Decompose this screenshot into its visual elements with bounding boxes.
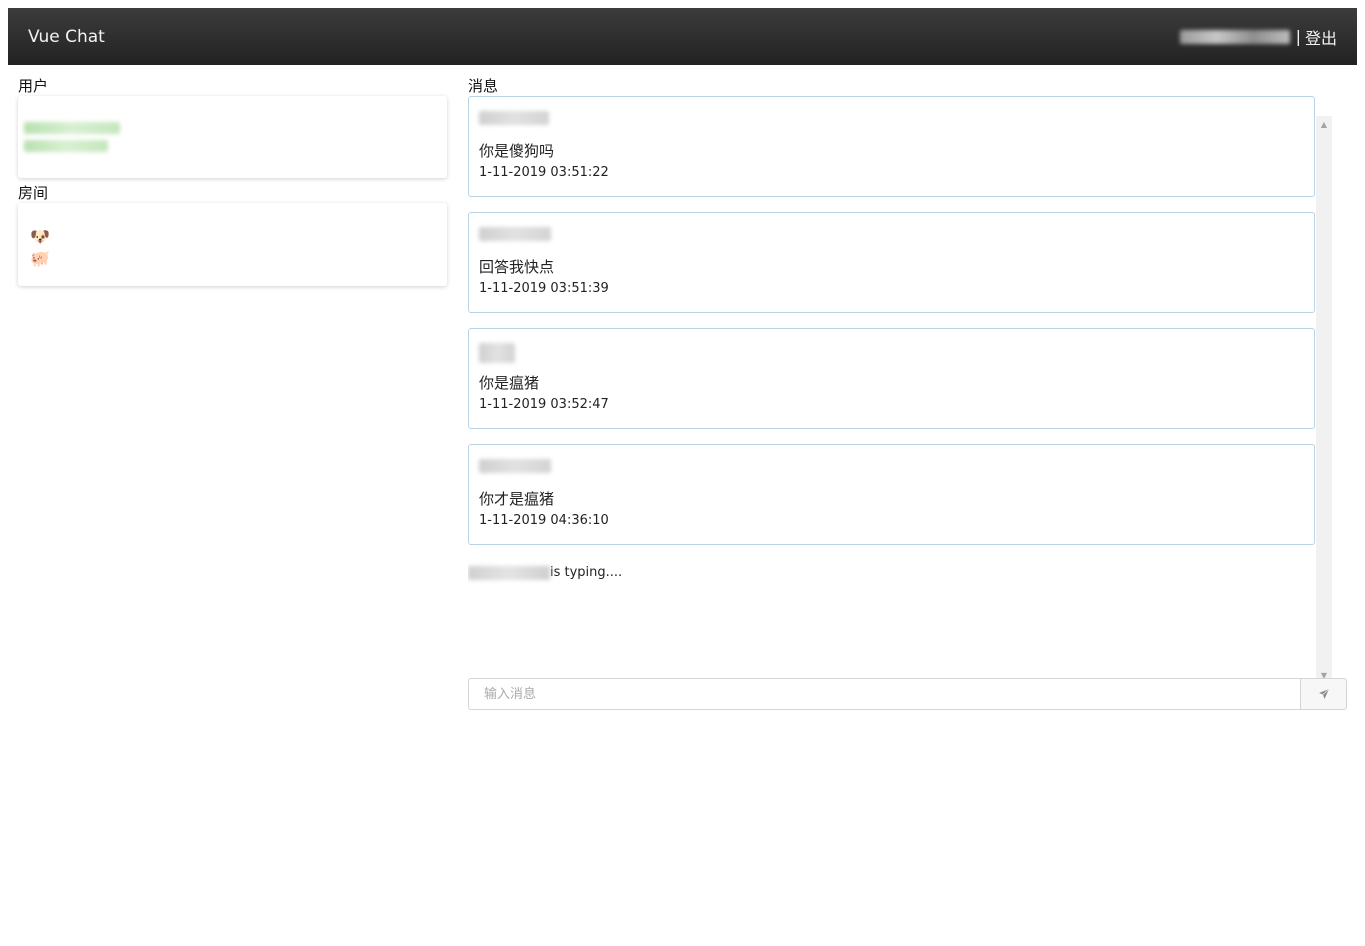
rooms-section-label: 房间 <box>18 184 49 202</box>
messages-scroll-container[interactable]: 你是傻狗吗 1-11-2019 03:51:22 回答我快点 1-11-2019… <box>468 96 1332 683</box>
paper-plane-icon <box>1318 688 1329 699</box>
message-sender-redacted <box>479 227 551 241</box>
message-timestamp: 1-11-2019 04:36:10 <box>479 513 609 528</box>
typing-indicator: is typing.... <box>468 565 1316 580</box>
message-sender-redacted <box>479 111 549 125</box>
typing-text: is typing.... <box>550 565 623 580</box>
message-timestamp: 1-11-2019 03:51:22 <box>479 165 609 180</box>
message-timestamp: 1-11-2019 03:52:47 <box>479 397 609 412</box>
message-sender-redacted <box>479 459 551 473</box>
message-text: 你才是瘟猪 <box>479 490 555 508</box>
rooms-panel: 🐶 🐖 <box>18 203 447 286</box>
message-timestamp: 1-11-2019 03:51:39 <box>479 281 609 296</box>
room-item-pig[interactable]: 🐖 <box>30 247 447 269</box>
current-user-name-redacted <box>1179 29 1290 44</box>
message-card: 你才是瘟猪 1-11-2019 04:36:10 <box>468 444 1315 545</box>
dog-icon: 🐶 <box>30 226 50 246</box>
message-text: 你是瘟猪 <box>479 374 540 392</box>
message-list: 你是傻狗吗 1-11-2019 03:51:22 回答我快点 1-11-2019… <box>468 96 1316 683</box>
message-card: 你是傻狗吗 1-11-2019 03:51:22 <box>468 96 1315 197</box>
brand-title[interactable]: Vue Chat <box>28 27 105 47</box>
navbar-separator: | <box>1295 27 1301 46</box>
send-button[interactable] <box>1300 678 1347 710</box>
message-sender-redacted <box>479 343 515 363</box>
message-card: 回答我快点 1-11-2019 03:51:39 <box>468 212 1315 313</box>
user-list-item-redacted[interactable] <box>24 122 120 134</box>
typing-user-redacted <box>468 565 550 580</box>
chat-area: 消息 你是傻狗吗 1-11-2019 03:51:22 回答我快点 1-11-2… <box>468 76 1348 710</box>
message-composer <box>468 678 1347 710</box>
message-text: 回答我快点 <box>479 258 555 276</box>
pig-icon: 🐖 <box>30 248 50 268</box>
room-item-dog[interactable]: 🐶 <box>30 225 447 247</box>
left-sidebar: 用户 房间 🐶 🐖 <box>18 76 448 286</box>
message-card: 你是瘟猪 1-11-2019 03:52:47 <box>468 328 1315 429</box>
users-panel <box>18 96 447 178</box>
message-input[interactable] <box>468 678 1300 710</box>
messages-scrollbar[interactable]: ▲ ▼ <box>1316 116 1332 683</box>
scroll-up-arrow-icon[interactable]: ▲ <box>1316 116 1332 132</box>
navbar-user-area: | 登出 <box>1179 25 1337 49</box>
logout-link[interactable]: 登出 <box>1305 25 1337 49</box>
top-navbar: Vue Chat | 登出 <box>8 8 1357 65</box>
users-section-label: 用户 <box>18 77 49 95</box>
messages-section-label: 消息 <box>468 77 499 95</box>
user-list-item-redacted[interactable] <box>24 140 108 152</box>
message-text: 你是傻狗吗 <box>479 142 555 160</box>
